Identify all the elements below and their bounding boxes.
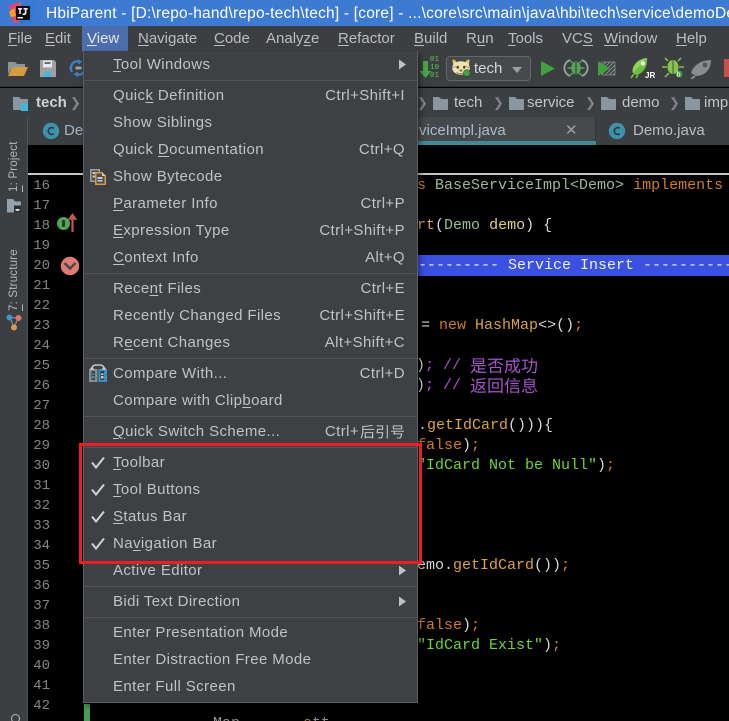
svg-text:JR: JR [645, 71, 655, 80]
svg-text:b: b [677, 72, 681, 79]
